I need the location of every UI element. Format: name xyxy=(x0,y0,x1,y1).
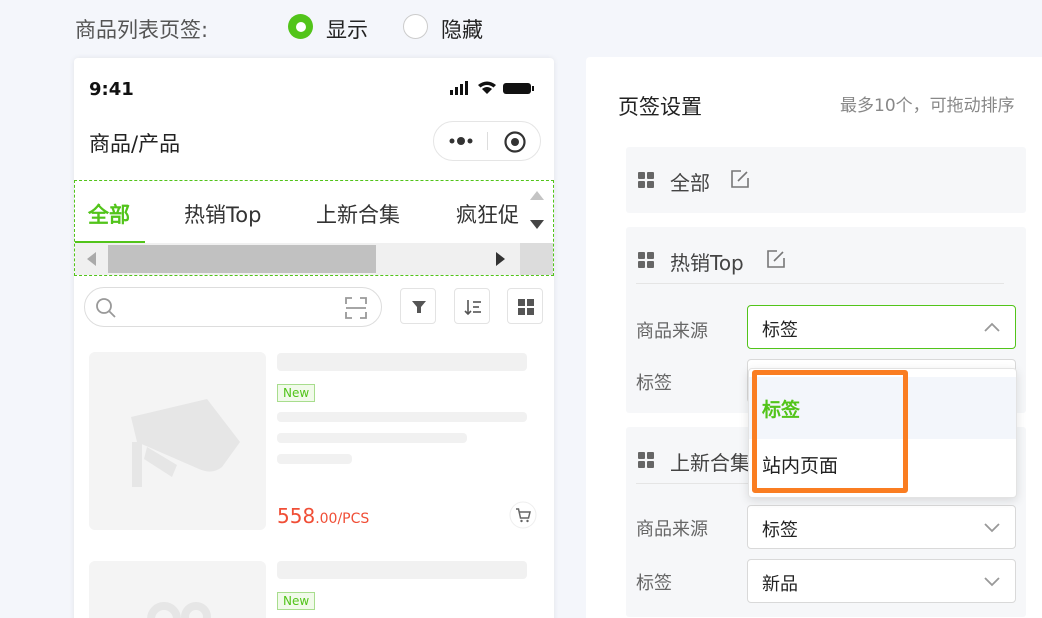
product-image-placeholder xyxy=(89,561,266,618)
tab-hot[interactable]: 热销Top xyxy=(184,199,261,229)
product-image-placeholder xyxy=(89,352,266,530)
product-source-value: 标签 xyxy=(762,320,798,341)
tab-crazy-promo[interactable]: 疯狂促 xyxy=(456,199,519,229)
edit-icon[interactable] xyxy=(766,249,786,269)
battery-icon xyxy=(503,83,534,94)
annotation-highlight-box xyxy=(752,370,908,493)
price-decimal: .00 xyxy=(315,511,338,527)
scrollbar-corner xyxy=(520,243,553,275)
sort-icon xyxy=(464,300,481,316)
filter-button[interactable] xyxy=(400,288,436,324)
chevron-up-icon xyxy=(984,322,1000,332)
grid-icon xyxy=(518,299,534,315)
vertical-scrollbar[interactable] xyxy=(520,181,553,243)
product-source-select[interactable]: 标签 xyxy=(747,505,1016,549)
product-source-select[interactable]: 标签 xyxy=(747,305,1016,349)
more-dots-icon[interactable] xyxy=(446,134,476,148)
tab-new-collection[interactable]: 上新合集 xyxy=(316,199,400,229)
drag-handle-icon[interactable] xyxy=(638,172,654,188)
panel-hint: 最多10个，可拖动排序 xyxy=(840,96,1015,116)
product-card[interactable]: New xyxy=(74,558,554,618)
tab-all[interactable]: 全部 xyxy=(88,199,130,229)
price-integer: 558 xyxy=(277,504,316,528)
product-card[interactable]: New 558.00/PCS xyxy=(74,348,554,538)
title-skeleton xyxy=(277,561,527,579)
product-source-value: 标签 xyxy=(762,520,798,541)
new-badge: New xyxy=(277,592,316,610)
filter-icon xyxy=(412,301,426,313)
search-bar[interactable] xyxy=(84,287,382,327)
tab-strip: 全部 热销Top 上新合集 疯狂促 xyxy=(75,181,520,243)
wifi-icon xyxy=(478,81,496,94)
status-icons xyxy=(450,81,534,95)
tab-settings-panel: 页签设置 最多10个，可拖动排序 全部 热销Top 商品来源 标签 标签 上新合… xyxy=(586,57,1042,618)
tabs-visibility-label: 商品列表页签: xyxy=(75,18,209,42)
product-source-label: 商品来源 xyxy=(636,321,708,342)
show-radio-label[interactable]: 显示 xyxy=(326,14,368,44)
tag-label: 标签 xyxy=(636,573,672,594)
horizontal-scrollbar[interactable] xyxy=(75,243,553,275)
chevron-down-icon xyxy=(984,577,1000,587)
scroll-up-icon[interactable] xyxy=(529,189,545,201)
show-radio[interactable] xyxy=(288,14,313,39)
desc-skeleton xyxy=(277,454,352,464)
sort-button[interactable] xyxy=(454,288,490,324)
tab-group-all[interactable]: 全部 xyxy=(626,147,1026,213)
status-time: 9:41 xyxy=(89,79,134,100)
tag-label: 标签 xyxy=(636,373,672,394)
capsule-divider xyxy=(487,132,488,150)
price-unit: /PCS xyxy=(337,511,370,527)
scan-icon[interactable] xyxy=(345,297,367,319)
desc-skeleton xyxy=(277,412,527,422)
title-skeleton xyxy=(277,353,527,371)
drag-handle-icon[interactable] xyxy=(638,452,654,468)
panel-title: 页签设置 xyxy=(618,95,702,119)
drag-handle-icon[interactable] xyxy=(638,252,654,268)
placeholder-icon xyxy=(147,602,211,618)
product-source-label: 商品来源 xyxy=(636,519,708,540)
new-badge: New xyxy=(277,384,316,402)
grid-view-button[interactable] xyxy=(507,288,543,324)
search-icon xyxy=(96,298,116,318)
desc-skeleton xyxy=(277,433,467,443)
scroll-right-icon[interactable] xyxy=(495,251,507,267)
tag-select[interactable]: 新品 xyxy=(747,559,1016,603)
close-target-icon[interactable] xyxy=(503,130,527,154)
phone-preview: 9:41 商品/产品 全部 热销Top 上新合集 疯狂促 New 558.00/… xyxy=(74,58,554,618)
capsule-menu xyxy=(433,121,541,161)
tab-bar: 全部 热销Top 上新合集 疯狂促 xyxy=(74,180,554,276)
hide-radio-label[interactable]: 隐藏 xyxy=(441,14,483,44)
tab-group-title: 上新合集 xyxy=(670,451,750,475)
hide-radio[interactable] xyxy=(403,14,428,39)
group-divider xyxy=(636,283,1004,284)
edit-icon[interactable] xyxy=(730,169,750,189)
tag-value: 新品 xyxy=(762,574,798,595)
scroll-down-icon[interactable] xyxy=(529,219,545,231)
horizontal-scroll-thumb[interactable] xyxy=(108,245,376,273)
product-price: 558.00/PCS xyxy=(277,504,369,528)
tab-group-title: 全部 xyxy=(670,171,710,195)
cart-icon[interactable] xyxy=(509,501,537,529)
camera-placeholder-icon xyxy=(131,399,240,487)
mini-program-title: 商品/产品 xyxy=(89,132,181,156)
signal-icon xyxy=(450,81,468,95)
scroll-left-icon[interactable] xyxy=(85,251,97,267)
chevron-down-icon xyxy=(984,523,1000,533)
tab-group-title: 热销Top xyxy=(670,251,744,275)
